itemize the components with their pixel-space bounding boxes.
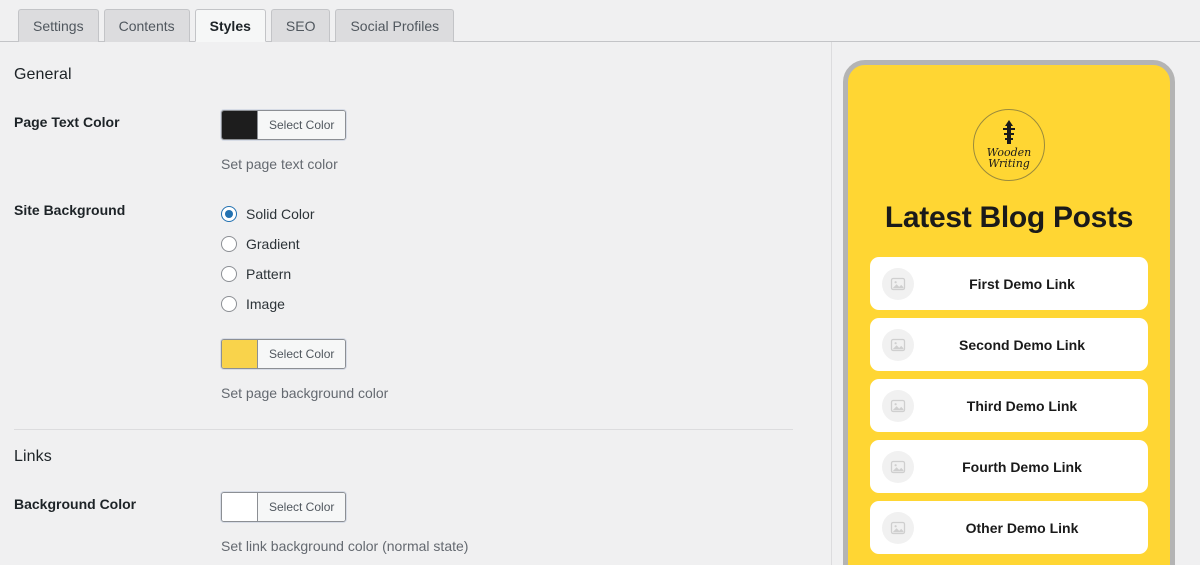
- tab-seo[interactable]: SEO: [270, 9, 331, 42]
- link-background-color-control: Select Color Set link background color (…: [221, 492, 811, 554]
- tab-bar: Settings Contents Styles SEO Social Prof…: [0, 0, 1200, 42]
- link-background-color-picker-button[interactable]: Select Color: [221, 492, 347, 522]
- tab-social-profiles-label: Social Profiles: [350, 18, 440, 34]
- site-background-color-picker-button[interactable]: Select Color: [221, 339, 347, 369]
- page-text-color-control: Select Color Set page text color: [221, 110, 811, 172]
- preview-links-list: First Demo Link Second Demo Link Third D…: [870, 257, 1148, 554]
- site-background-radio-group: Solid Color Gradient Pattern Image: [221, 199, 811, 319]
- link-background-color-button-label: Select Color: [258, 493, 346, 521]
- tab-settings[interactable]: Settings: [18, 9, 99, 42]
- preview-page-title: Latest Blog Posts: [884, 201, 1134, 234]
- link-background-color-swatch[interactable]: [222, 493, 258, 521]
- tab-contents[interactable]: Contents: [103, 9, 190, 42]
- list-item[interactable]: Other Demo Link: [870, 501, 1148, 554]
- list-item[interactable]: First Demo Link: [870, 257, 1148, 310]
- tab-styles[interactable]: Styles: [194, 9, 266, 42]
- page-text-color-label: Page Text Color: [14, 114, 120, 130]
- site-background-color-swatch[interactable]: [222, 340, 258, 368]
- site-background-label: Site Background: [14, 202, 126, 218]
- radio-pattern-label: Pattern: [246, 266, 292, 282]
- radio-image[interactable]: Image: [221, 289, 811, 319]
- section-title-general: General: [14, 66, 72, 83]
- site-background-color-control: Select Color Set page background color: [221, 339, 811, 401]
- styles-settings-screen: Settings Contents Styles SEO Social Prof…: [0, 0, 1200, 565]
- list-item-title: First Demo Link: [969, 275, 1075, 292]
- wooden-writing-logo-icon: Wooden Writing: [987, 120, 1031, 170]
- link-background-color-help: Set link background color (normal state): [221, 538, 469, 554]
- radio-gradient-mark[interactable]: [221, 236, 237, 252]
- radio-solid-color-label: Solid Color: [246, 206, 315, 222]
- styles-form-pane: General Page Text Color Select Color Set…: [0, 42, 832, 565]
- site-logo: Wooden Writing: [973, 109, 1045, 181]
- tab-styles-label: Styles: [209, 18, 251, 34]
- link-background-color-label: Background Color: [14, 496, 137, 512]
- tab-social-profiles[interactable]: Social Profiles: [335, 9, 455, 42]
- list-item[interactable]: Fourth Demo Link: [870, 440, 1148, 493]
- site-background-color-help: Set page background color: [221, 385, 389, 401]
- radio-solid-color-mark[interactable]: [221, 206, 237, 222]
- site-background-color-button-label: Select Color: [258, 340, 346, 368]
- tab-seo-label: SEO: [285, 18, 316, 34]
- page-text-color-swatch[interactable]: [222, 111, 258, 139]
- page-text-color-picker-button[interactable]: Select Color: [221, 110, 347, 140]
- radio-image-label: Image: [246, 296, 285, 312]
- radio-gradient[interactable]: Gradient: [221, 229, 811, 259]
- list-item-title: Other Demo Link: [965, 519, 1079, 536]
- radio-pattern-mark[interactable]: [221, 266, 237, 282]
- field-page-text-color: Page Text Color Select Color Set page te…: [14, 110, 811, 172]
- section-title-links: Links: [14, 448, 52, 465]
- list-item-title: Third Demo Link: [966, 397, 1078, 414]
- phone-preview-frame: Wooden Writing Latest Blog Posts First D…: [843, 60, 1175, 565]
- radio-solid-color[interactable]: Solid Color: [221, 199, 811, 229]
- list-item-title: Fourth Demo Link: [962, 458, 1082, 475]
- radio-pattern[interactable]: Pattern: [221, 259, 811, 289]
- list-item-title: Second Demo Link: [958, 336, 1086, 353]
- page-text-color-button-label: Select Color: [258, 111, 346, 139]
- tab-settings-label: Settings: [33, 18, 84, 34]
- list-item[interactable]: Second Demo Link: [870, 318, 1148, 371]
- field-site-background: Site Background Solid Color Gradient Pat…: [14, 198, 811, 401]
- radio-image-mark[interactable]: [221, 296, 237, 312]
- site-background-control: Solid Color Gradient Pattern Image Selec…: [221, 198, 811, 401]
- section-divider: [14, 429, 793, 430]
- tab-contents-label: Contents: [118, 18, 175, 34]
- radio-gradient-label: Gradient: [246, 236, 300, 252]
- live-preview-pane: Wooden Writing Latest Blog Posts First D…: [833, 42, 1200, 565]
- field-link-background-color: Background Color Select Color Set link b…: [14, 492, 811, 554]
- page-text-color-help: Set page text color: [221, 156, 338, 172]
- logo-line2: Writing: [988, 157, 1030, 170]
- list-item[interactable]: Third Demo Link: [870, 379, 1148, 432]
